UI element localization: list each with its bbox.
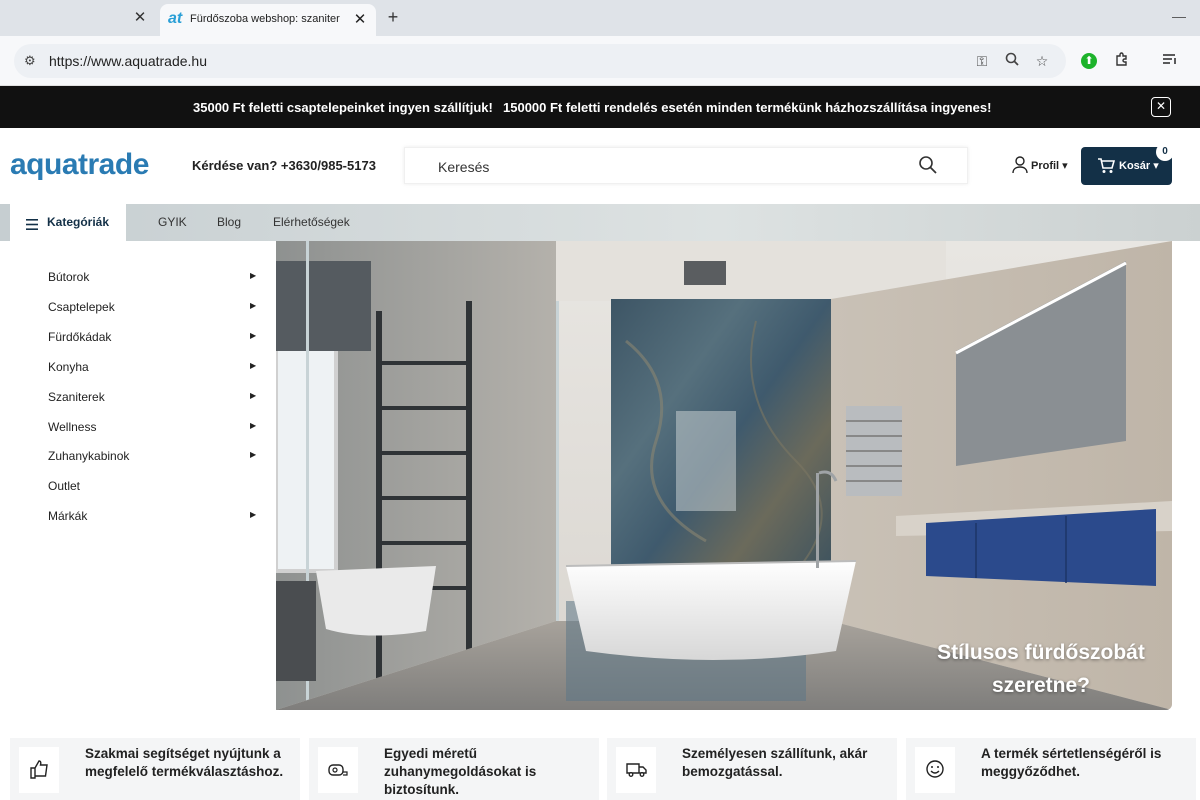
new-tab-icon[interactable]: + <box>382 6 404 28</box>
category-label: Csaptelepek <box>48 300 115 314</box>
phone-contact[interactable]: Kérdése van? +3630/985-5173 <box>192 158 376 173</box>
previous-tab-close-icon[interactable]: ✕ <box>130 8 150 28</box>
reading-list-icon[interactable] <box>1160 51 1180 71</box>
category-sidebar: Bútorok ▶ Csaptelepek ▶ Fürdőkádak ▶ Kon… <box>10 241 276 709</box>
nav-link-blog[interactable]: Blog <box>217 215 241 229</box>
category-item-wellness[interactable]: Wellness ▶ <box>10 413 276 443</box>
tab-close-icon[interactable]: ✕ <box>350 10 370 30</box>
password-key-icon[interactable]: ⚿ <box>972 51 992 71</box>
bookmark-star-icon[interactable]: ☆ <box>1032 51 1052 71</box>
hero-caption: Stílusos fürdőszobát szeretne? <box>916 636 1166 702</box>
category-item-konyha[interactable]: Konyha ▶ <box>10 353 276 383</box>
aquatrade-logo[interactable]: aquatrade <box>10 148 149 182</box>
delivery-truck-icon <box>616 747 656 793</box>
category-label: Fürdőkádak <box>48 330 112 344</box>
category-label: Outlet <box>48 479 81 493</box>
cart-label: Kosár ▾ <box>1119 160 1159 172</box>
category-label: Konyha <box>48 360 89 374</box>
feature-text: Szakmai segítséget nyújtunk a megfelelő … <box>85 746 284 779</box>
promo-message-faucets: 35000 Ft feletti csaptelepeinket ingyen … <box>193 100 493 115</box>
smiley-icon <box>915 747 955 793</box>
search-placeholder: Keresés <box>438 159 490 175</box>
features-strip: Szakmai segítséget nyújtunk a megfelelő … <box>0 710 1200 800</box>
tab-favicon: at <box>168 10 183 27</box>
cart-button[interactable]: Kosár ▾ 0 <box>1081 143 1174 185</box>
feature-custom-shower: Egyedi méretű zuhanymegoldásokat is bizt… <box>309 738 599 800</box>
tape-measure-icon <box>318 747 358 793</box>
hamburger-icon <box>26 217 38 230</box>
category-label: Bútorok <box>48 270 90 284</box>
window-minimize-icon[interactable]: — <box>1172 8 1186 24</box>
feature-text: A termék sértetlenségéről is meggyőződhe… <box>981 746 1162 779</box>
chevron-right-icon: ▶ <box>250 391 257 400</box>
cart-icon <box>1097 157 1116 174</box>
promo-close-button[interactable]: ✕ <box>1151 97 1171 117</box>
chevron-right-icon: ▶ <box>250 301 257 310</box>
category-item-butorok[interactable]: Bútorok ▶ <box>10 263 276 293</box>
search-input[interactable]: Keresés <box>404 147 968 184</box>
browser-tab-bar: ✕ at Fürdőszoba webshop: szaniter, zuhan… <box>0 0 1200 36</box>
address-bar[interactable]: ⚙ https://www.aquatrade.hu ⚿ ☆ <box>14 44 1066 78</box>
site-info-icon[interactable]: ⚙ <box>24 53 40 69</box>
category-item-csaptelepek[interactable]: Csaptelepek ▶ <box>10 293 276 323</box>
cart-count-badge: 0 <box>1156 143 1174 161</box>
extensions-puzzle-icon[interactable] <box>1112 51 1132 71</box>
category-label: Wellness <box>48 420 97 434</box>
hero-caption-line-2: szeretne? <box>991 674 1091 697</box>
profile-label: Profil ▾ <box>1031 160 1068 172</box>
category-label: Zuhanykabinok <box>48 449 130 463</box>
feature-text: Egyedi méretű zuhanymegoldásokat is bizt… <box>384 746 537 797</box>
chevron-right-icon: ▶ <box>250 331 257 340</box>
search-icon[interactable] <box>918 155 938 175</box>
chevron-right-icon: ▶ <box>250 510 257 519</box>
categories-toggle[interactable]: Kategóriák <box>10 204 126 241</box>
main-nav: Kategóriák GYIK Blog Elérhetőségek <box>0 204 1200 241</box>
chevron-right-icon: ▶ <box>250 421 257 430</box>
site-header: aquatrade Kérdése van? +3630/985-5173 Ke… <box>0 128 1200 204</box>
category-label: Márkák <box>48 509 88 523</box>
thumbs-up-icon <box>19 747 59 793</box>
chevron-right-icon: ▶ <box>250 361 257 370</box>
category-item-furdokadak[interactable]: Fürdőkádak ▶ <box>10 323 276 353</box>
feature-product-check: A termék sértetlenségéről is meggyőződhe… <box>906 738 1196 800</box>
hero-banner[interactable]: Stílusos fürdőszobát szeretne? <box>276 241 1172 710</box>
category-label: Szaniterek <box>48 390 105 404</box>
feature-expert-advice: Szakmai segítséget nyújtunk a megfelelő … <box>10 738 300 800</box>
promo-message-free-delivery: 150000 Ft feletti rendelés esetén minden… <box>503 100 992 115</box>
tab-title: Fürdőszoba webshop: szaniter, zuhany <box>190 13 340 25</box>
url-text[interactable]: https://www.aquatrade.hu <box>49 53 207 69</box>
nav-link-contacts[interactable]: Elérhetőségek <box>273 215 350 229</box>
category-item-szaniterek[interactable]: Szaniterek ▶ <box>10 383 276 413</box>
hero-caption-line-1: Stílusos fürdőszobát <box>937 641 1145 664</box>
active-tab[interactable]: at Fürdőszoba webshop: szaniter, zuhany … <box>160 4 376 36</box>
categories-label: Kategóriák <box>47 215 110 229</box>
category-item-markak[interactable]: Márkák ▶ <box>10 502 276 532</box>
feature-personal-delivery: Személyesen szállítunk, akár bemozgatáss… <box>607 738 897 800</box>
feature-text: Személyesen szállítunk, akár bemozgatáss… <box>682 746 868 779</box>
extension-green-icon[interactable]: ⬆ <box>1081 53 1097 69</box>
category-item-zuhanykabinok[interactable]: Zuhanykabinok ▶ <box>10 442 276 472</box>
nav-link-gyik[interactable]: GYIK <box>158 215 187 229</box>
zoom-icon[interactable] <box>1002 51 1022 71</box>
browser-toolbar: ⚙ https://www.aquatrade.hu ⚿ ☆ ⬆ <box>0 36 1200 86</box>
promo-bar: 35000 Ft feletti csaptelepeinket ingyen … <box>0 86 1200 128</box>
user-icon <box>1012 156 1028 174</box>
chevron-right-icon: ▶ <box>250 450 257 459</box>
category-item-outlet[interactable]: Outlet <box>10 472 276 502</box>
chevron-right-icon: ▶ <box>250 271 257 280</box>
